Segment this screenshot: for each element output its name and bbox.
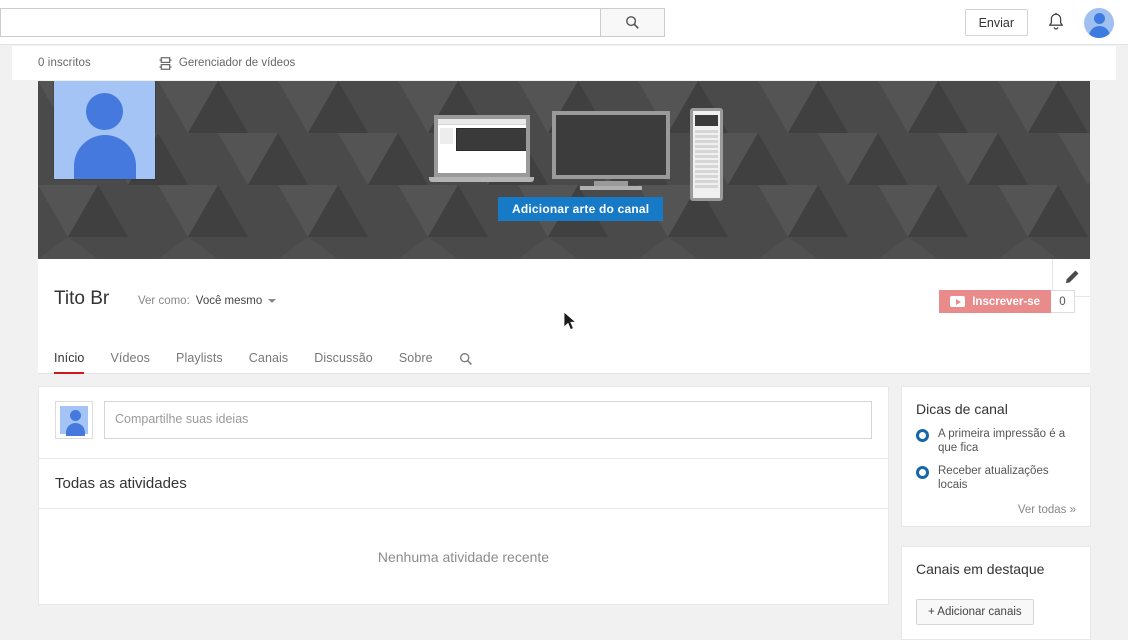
list-item[interactable]: A primeira impressão é a que fica <box>916 428 1076 455</box>
channel-name: Tito Br <box>54 288 110 309</box>
tab-inicio[interactable]: Início <box>54 351 97 374</box>
search-bar <box>0 8 665 37</box>
subscribe-button[interactable]: Inscrever-se <box>939 290 1051 313</box>
share-ideas-card <box>38 386 889 459</box>
subscribe-group: Inscrever-se 0 <box>939 290 1075 313</box>
subscriber-count: 0 inscritos <box>38 57 91 69</box>
channel-avatar[interactable] <box>54 81 155 179</box>
account-avatar[interactable] <box>1084 7 1114 38</box>
tab-canais[interactable]: Canais <box>236 351 302 373</box>
channel-tips-list: A primeira impressão é a que fica Recebe… <box>916 428 1076 492</box>
tv-mockup <box>552 111 670 190</box>
chevron-down-icon <box>268 299 277 303</box>
featured-channels-card: Canais em destaque + Adicionar canais <box>901 546 1091 640</box>
avatar-head-icon <box>69 410 81 421</box>
upload-button[interactable]: Enviar <box>964 9 1028 36</box>
subscribe-label: Inscrever-se <box>972 295 1040 308</box>
search-button[interactable] <box>600 8 665 37</box>
video-manager-icon <box>159 56 172 70</box>
tip-label: Receber atualizações locais <box>938 465 1049 491</box>
video-manager-link[interactable]: Gerenciador de vídeos <box>159 56 296 70</box>
masthead-actions: Enviar <box>964 0 1114 45</box>
video-manager-label: Gerenciador de vídeos <box>178 57 296 69</box>
view-as-selector[interactable]: Ver como: Você mesmo <box>138 295 277 307</box>
tab-sobre[interactable]: Sobre <box>386 351 446 373</box>
activity-section-title: Todas as atividades <box>38 459 889 509</box>
right-sidebar: Dicas de canal A primeira impressão é a … <box>901 386 1091 640</box>
tip-label: A primeira impressão é a que fica <box>938 428 1066 454</box>
channel-tips-card: Dicas de canal A primeira impressão é a … <box>901 386 1091 527</box>
channel-tabs: Início Vídeos Playlists Canais Discussão… <box>38 342 1090 374</box>
search-input[interactable] <box>0 8 600 37</box>
main-column: Todas as atividades Nenhuma atividade re… <box>38 386 889 605</box>
see-all-tips-link[interactable]: Ver todas » <box>916 504 1076 516</box>
tip-ring-icon <box>916 429 929 442</box>
search-icon <box>626 16 639 29</box>
youtube-play-icon <box>950 296 966 307</box>
list-item[interactable]: Receber atualizações locais <box>916 465 1076 492</box>
add-channels-button[interactable]: + Adicionar canais <box>916 599 1034 625</box>
laptop-mockup <box>429 115 534 182</box>
avatar-body-icon <box>1088 25 1110 38</box>
tab-search-button[interactable] <box>446 352 486 373</box>
view-as-value: Você mesmo <box>195 295 263 307</box>
notifications-bell-icon[interactable] <box>1046 12 1066 34</box>
pencil-edit-icon <box>1065 270 1079 284</box>
avatar <box>55 401 93 439</box>
share-input[interactable] <box>104 401 872 439</box>
avatar-body-icon <box>73 135 136 179</box>
masthead: Enviar <box>0 0 1128 45</box>
channel-tips-title: Dicas de canal <box>916 401 1008 417</box>
view-as-label: Ver como: <box>138 295 190 307</box>
channel-banner[interactable]: Adicionar arte do canal <box>38 81 1090 259</box>
featured-channels-title: Canais em destaque <box>916 561 1045 577</box>
tab-videos[interactable]: Vídeos <box>97 351 163 373</box>
avatar-head-icon <box>86 93 123 130</box>
channel-identity: Tito Br Ver como: Você mesmo Inscrever-s… <box>38 259 1090 342</box>
device-mockups <box>429 108 723 203</box>
avatar-head-icon <box>1093 12 1105 24</box>
tab-search-icon <box>459 353 472 365</box>
channel-subheader: 0 inscritos Gerenciador de vídeos <box>12 46 1116 80</box>
subscriber-count-badge[interactable]: 0 <box>1051 290 1075 313</box>
add-channel-art-button[interactable]: Adicionar arte do canal <box>498 197 664 221</box>
tab-discussao[interactable]: Discussão <box>301 351 386 373</box>
phone-mockup <box>690 108 723 201</box>
activity-empty-state: Nenhuma atividade recente <box>38 509 889 605</box>
tab-playlists[interactable]: Playlists <box>163 351 236 373</box>
tip-ring-icon <box>916 466 929 479</box>
avatar-body-icon <box>65 423 85 436</box>
